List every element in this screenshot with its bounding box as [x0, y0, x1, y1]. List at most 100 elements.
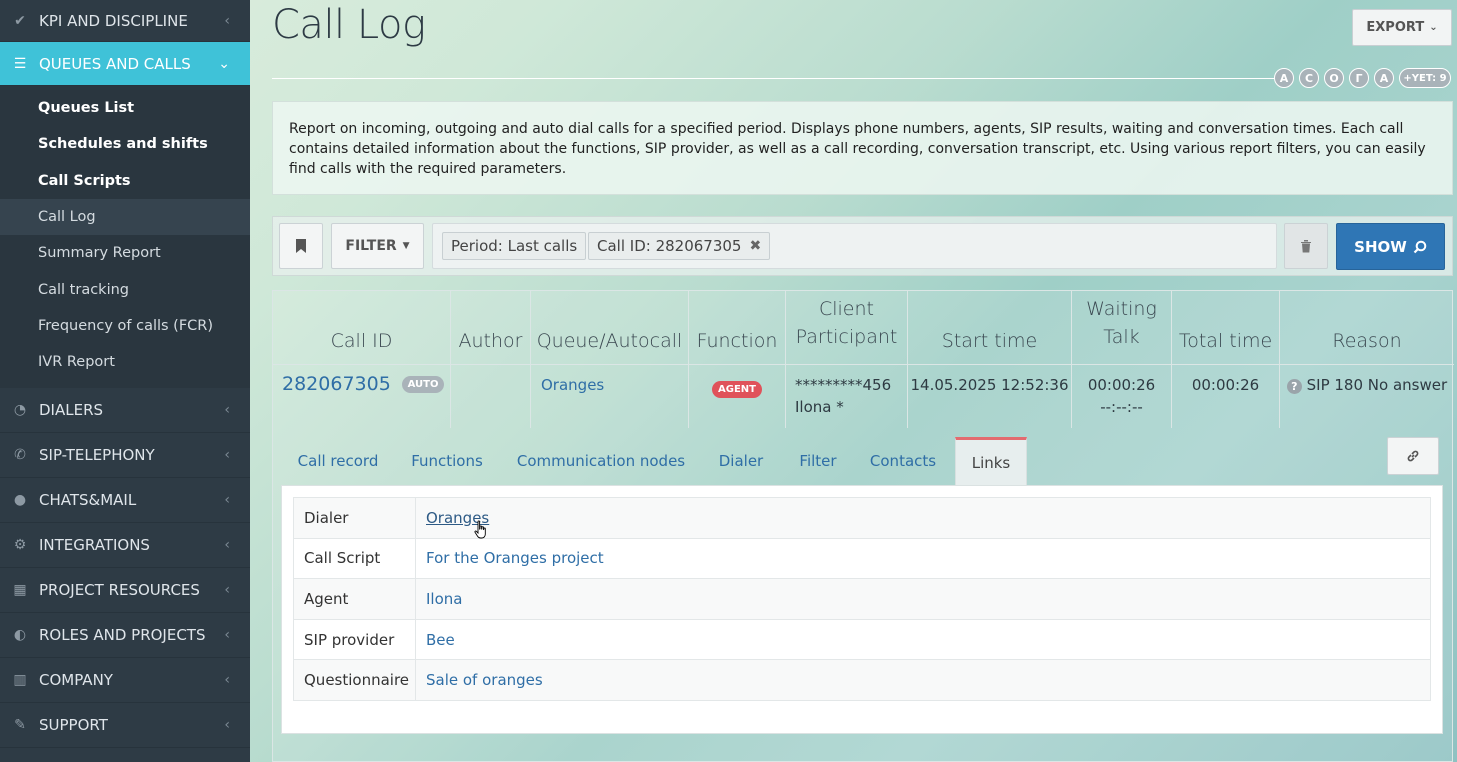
filter-button[interactable]: FILTER ▼ — [331, 223, 424, 269]
questionnaire-link[interactable]: Sale of oranges — [426, 671, 543, 689]
header-waiting-talk[interactable]: Waiting Talk — [1072, 291, 1172, 365]
bookmark-button[interactable] — [279, 223, 323, 269]
tab-filter[interactable]: Filter — [783, 437, 853, 485]
chevron-left-icon: ‹ — [224, 492, 230, 509]
cell-call-id: 282067305 AUTO — [273, 365, 451, 428]
clear-filter-button[interactable] — [1284, 223, 1328, 269]
nav-chats-mail[interactable]: ● CHATS&MAIL ‹ — [0, 478, 250, 524]
toggle-icon: ◐ — [13, 627, 27, 644]
nav-label: PROJECT RESOURCES — [39, 581, 200, 600]
submenu-call-tracking[interactable]: Call tracking — [0, 271, 250, 307]
submenu-call-log[interactable]: Call Log — [0, 198, 250, 236]
letter-avatar[interactable]: А — [1274, 68, 1294, 88]
nav-roles-and-projects[interactable]: ◐ ROLES AND PROJECTS ‹ — [0, 613, 250, 659]
more-letters-badge[interactable]: +YET: 9 — [1399, 68, 1451, 88]
submenu-ivr-report[interactable]: IVR Report — [0, 344, 250, 380]
tab-communication-nodes[interactable]: Communication nodes — [503, 437, 699, 485]
sip-provider-link[interactable]: Bee — [426, 631, 455, 649]
submenu-queues-list[interactable]: Queues List — [0, 90, 250, 126]
agent-link[interactable]: Ilona — [426, 590, 462, 608]
submenu-summary-report[interactable]: Summary Report — [0, 235, 250, 271]
participant-name: Ilona * — [795, 398, 844, 416]
header-label: Start time — [941, 330, 1038, 352]
chip-label: Call ID: 282067305 — [597, 237, 742, 255]
list-icon: ☰ — [13, 55, 27, 72]
cell-queue: Oranges — [531, 365, 689, 428]
header-function[interactable]: Function — [689, 291, 786, 365]
header-queue[interactable]: Queue/Autocall — [531, 291, 689, 365]
export-label: EXPORT — [1366, 20, 1425, 35]
nav-dialers[interactable]: ◔ DIALERS ‹ — [0, 388, 250, 434]
call-script-link[interactable]: For the Oranges project — [426, 549, 604, 567]
hand-cursor-icon — [474, 520, 486, 539]
submenu-schedules-and-shifts[interactable]: Schedules and shifts — [0, 126, 250, 162]
chevron-down-icon: ⌄ — [1429, 22, 1438, 33]
queues-submenu: Queues List Schedules and shifts Call Sc… — [0, 86, 250, 389]
cell-reason: ? SIP 180 No answer — [1280, 365, 1454, 428]
tab-functions[interactable]: Functions — [397, 437, 497, 485]
link-key: Agent — [293, 578, 416, 620]
nav-label: QUEUES AND CALLS — [39, 54, 191, 73]
letter-avatars: А С О Г А +YET: 9 — [1274, 68, 1451, 88]
letter-avatar[interactable]: С — [1299, 68, 1319, 88]
letter-avatar[interactable]: А — [1374, 68, 1394, 88]
auto-badge: AUTO — [401, 376, 445, 393]
nav-support[interactable]: ✎ SUPPORT ‹ — [0, 703, 250, 749]
nav-label: ROLES AND PROJECTS — [39, 626, 206, 645]
filter-chips[interactable]: Period: Last calls Call ID: 282067305 ✖ — [432, 223, 1277, 269]
table-row: Agent Ilona — [293, 578, 1431, 620]
chevron-left-icon: ‹ — [224, 537, 230, 554]
link-key: Questionnaire — [293, 659, 416, 701]
nav-project-resources[interactable]: ▦ PROJECT RESOURCES ‹ — [0, 568, 250, 614]
nav-label: SUPPORT — [39, 716, 108, 735]
call-id-link[interactable]: 282067305 — [282, 373, 391, 395]
dashboard-icon: ◔ — [13, 402, 27, 419]
nav-company[interactable]: ▥ COMPANY ‹ — [0, 658, 250, 704]
header-label: Total time — [1178, 330, 1273, 352]
cell-waiting-talk: 00:00:26 --:--:-- — [1072, 365, 1172, 428]
grid-icon: ▦ — [13, 582, 27, 599]
nav-kpi-and-discipline[interactable]: ✔ KPI AND DISCIPLINE ‹ — [0, 0, 250, 42]
submenu-call-scripts[interactable]: Call Scripts — [0, 163, 250, 199]
waiting-time: 00:00:26 — [1087, 376, 1156, 394]
gears-icon: ⚙ — [13, 537, 27, 554]
header-reason[interactable]: Reason — [1280, 291, 1454, 365]
check-icon: ✔ — [14, 12, 26, 29]
queue-link[interactable]: Oranges — [541, 376, 604, 394]
nav-sip-telephony[interactable]: ✆ SIP-TELEPHONY ‹ — [0, 433, 250, 479]
nav-integrations[interactable]: ⚙ INTEGRATIONS ‹ — [0, 523, 250, 569]
phone-icon: ✆ — [14, 447, 26, 464]
chevron-left-icon: ‹ — [224, 627, 230, 644]
header-call-id[interactable]: Call ID — [273, 291, 451, 365]
chevron-left-icon: ‹ — [224, 402, 230, 419]
detail-tabs: Call record Functions Communication node… — [281, 437, 1445, 485]
table-row: Call Script For the Oranges project — [293, 537, 1431, 579]
tab-contacts[interactable]: Contacts — [857, 437, 949, 485]
header-author[interactable]: Author — [451, 291, 531, 365]
call-table: Call ID Author Queue/Autocall Function C… — [272, 290, 1454, 762]
link-key: Call Script — [293, 537, 416, 579]
letter-avatar[interactable]: Г — [1349, 68, 1369, 88]
copy-link-button[interactable] — [1387, 437, 1439, 475]
link-key: Dialer — [293, 497, 416, 539]
close-icon[interactable]: ✖ — [749, 238, 761, 254]
link-value: Oranges — [416, 498, 1431, 539]
tab-dialer[interactable]: Dialer — [703, 437, 779, 485]
submenu-frequency-of-calls[interactable]: Frequency of calls (FCR) — [0, 308, 250, 344]
export-button[interactable]: EXPORT ⌄ — [1352, 9, 1452, 46]
header-start-time[interactable]: Start time — [908, 291, 1072, 365]
question-icon[interactable]: ? — [1286, 379, 1302, 394]
header-total-time[interactable]: Total time — [1172, 291, 1280, 365]
letter-avatar[interactable]: О — [1324, 68, 1344, 88]
header-client[interactable]: Client Participant — [786, 291, 908, 365]
show-button[interactable]: SHOW — [1336, 223, 1445, 270]
chip-period[interactable]: Period: Last calls — [442, 232, 587, 260]
tab-call-record[interactable]: Call record — [281, 437, 395, 485]
header-label: Reason — [1332, 330, 1402, 352]
header-label: Function — [696, 330, 778, 352]
tab-links[interactable]: Links — [955, 437, 1027, 485]
nav-queues-and-calls[interactable]: ☰ QUEUES AND CALLS ⌄ — [0, 42, 250, 86]
chat-icon: ● — [13, 492, 27, 509]
nav-label: DIALERS — [39, 401, 104, 420]
chip-call-id[interactable]: Call ID: 282067305 ✖ — [588, 232, 771, 260]
